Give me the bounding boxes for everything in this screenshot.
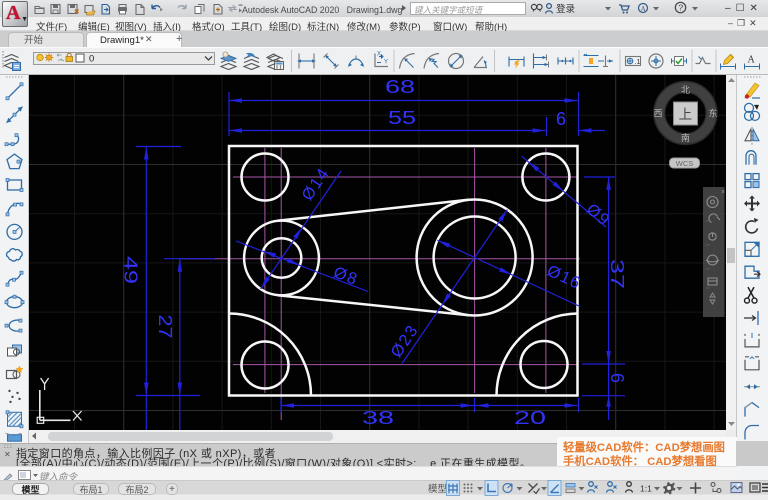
svg-text:38: 38 (362, 408, 394, 428)
svg-text:20: 20 (514, 408, 546, 428)
svg-text:上: 上 (679, 107, 693, 122)
svg-text:6: 6 (556, 109, 569, 129)
svg-text:×: × (721, 189, 725, 196)
svg-text:37: 37 (607, 259, 627, 289)
svg-text:南: 南 (681, 132, 690, 143)
svg-text:49: 49 (121, 256, 141, 284)
svg-text:68: 68 (385, 77, 415, 97)
svg-text:27: 27 (155, 315, 175, 339)
svg-text:55: 55 (388, 108, 416, 128)
svg-text:Ø8: Ø8 (331, 263, 361, 289)
svg-text:Ø14: Ø14 (298, 164, 333, 204)
svg-text:WCS: WCS (676, 159, 694, 168)
svg-text:北: 北 (681, 85, 690, 95)
svg-text:东: 东 (708, 108, 717, 119)
svg-text:西: 西 (653, 109, 662, 119)
svg-text:6: 6 (607, 373, 627, 386)
